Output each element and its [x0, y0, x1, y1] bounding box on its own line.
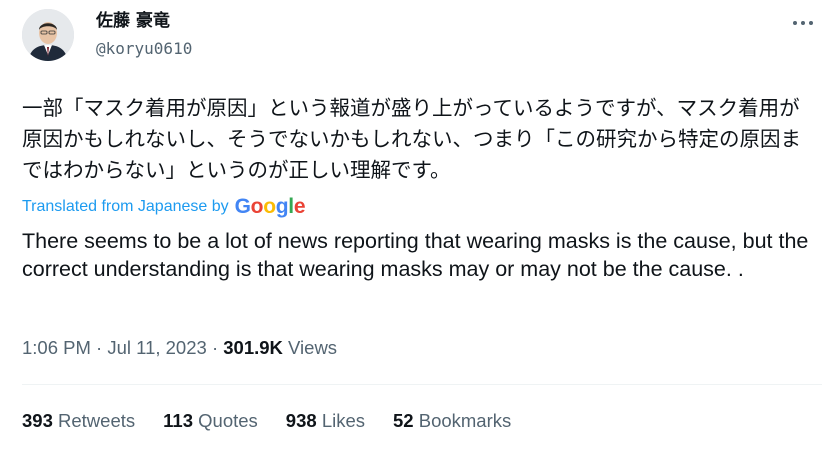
divider — [22, 384, 822, 385]
stat-label: Bookmarks — [418, 410, 512, 431]
stat-retweets[interactable]: 393 Retweets — [22, 409, 135, 433]
stat-count: 393 — [22, 410, 53, 431]
author-display-name[interactable]: 佐藤 豪竜 — [96, 10, 192, 32]
translation-attribution: Translated from Japanese by Google — [22, 195, 306, 219]
more-horizontal-icon — [793, 21, 813, 25]
meta-separator: · — [211, 337, 219, 358]
stat-likes[interactable]: 938 Likes — [286, 409, 365, 433]
tweet-meta: 1:06 PM · Jul 11, 2023 · 301.9K Views — [22, 336, 337, 360]
stat-count: 113 — [163, 410, 193, 431]
stat-count: 938 — [285, 410, 317, 431]
person-avatar-icon — [22, 9, 74, 61]
tweet-time: 1:06 PM — [22, 337, 91, 358]
author-handle[interactable]: @koryu0610 — [96, 38, 192, 60]
avatar[interactable] — [22, 9, 74, 61]
tweet-timestamp[interactable]: 1:06 PM · Jul 11, 2023 — [22, 337, 207, 358]
tweet-translated-text: There seems to be a lot of news reportin… — [22, 229, 809, 281]
stat-label: Retweets — [58, 410, 136, 431]
engagement-stats: 393 Retweets 113 Quotes 938 Likes 52 Boo… — [22, 409, 539, 433]
stat-label: Likes — [321, 410, 366, 431]
views-label: Views — [288, 337, 338, 358]
views-count: 301.9K — [223, 337, 283, 358]
stat-bookmarks[interactable]: 52 Bookmarks — [393, 409, 511, 433]
author-block: 佐藤 豪竜 @koryu0610 — [96, 10, 192, 60]
meta-separator: · — [96, 337, 103, 358]
stat-count: 52 — [393, 410, 414, 431]
more-options-button[interactable] — [788, 12, 818, 34]
stat-label: Quotes — [198, 410, 258, 431]
stat-quotes[interactable]: 113 Quotes — [163, 409, 258, 433]
tweet-date: Jul 11, 2023 — [107, 337, 207, 358]
google-logo: Google — [234, 195, 306, 218]
translated-from-link[interactable]: Translated from Japanese by — [22, 198, 229, 216]
tweet-original-text: 一部「マスク着用が原因」という報道が盛り上がっているようですが、マスク着用が原因… — [22, 96, 801, 182]
